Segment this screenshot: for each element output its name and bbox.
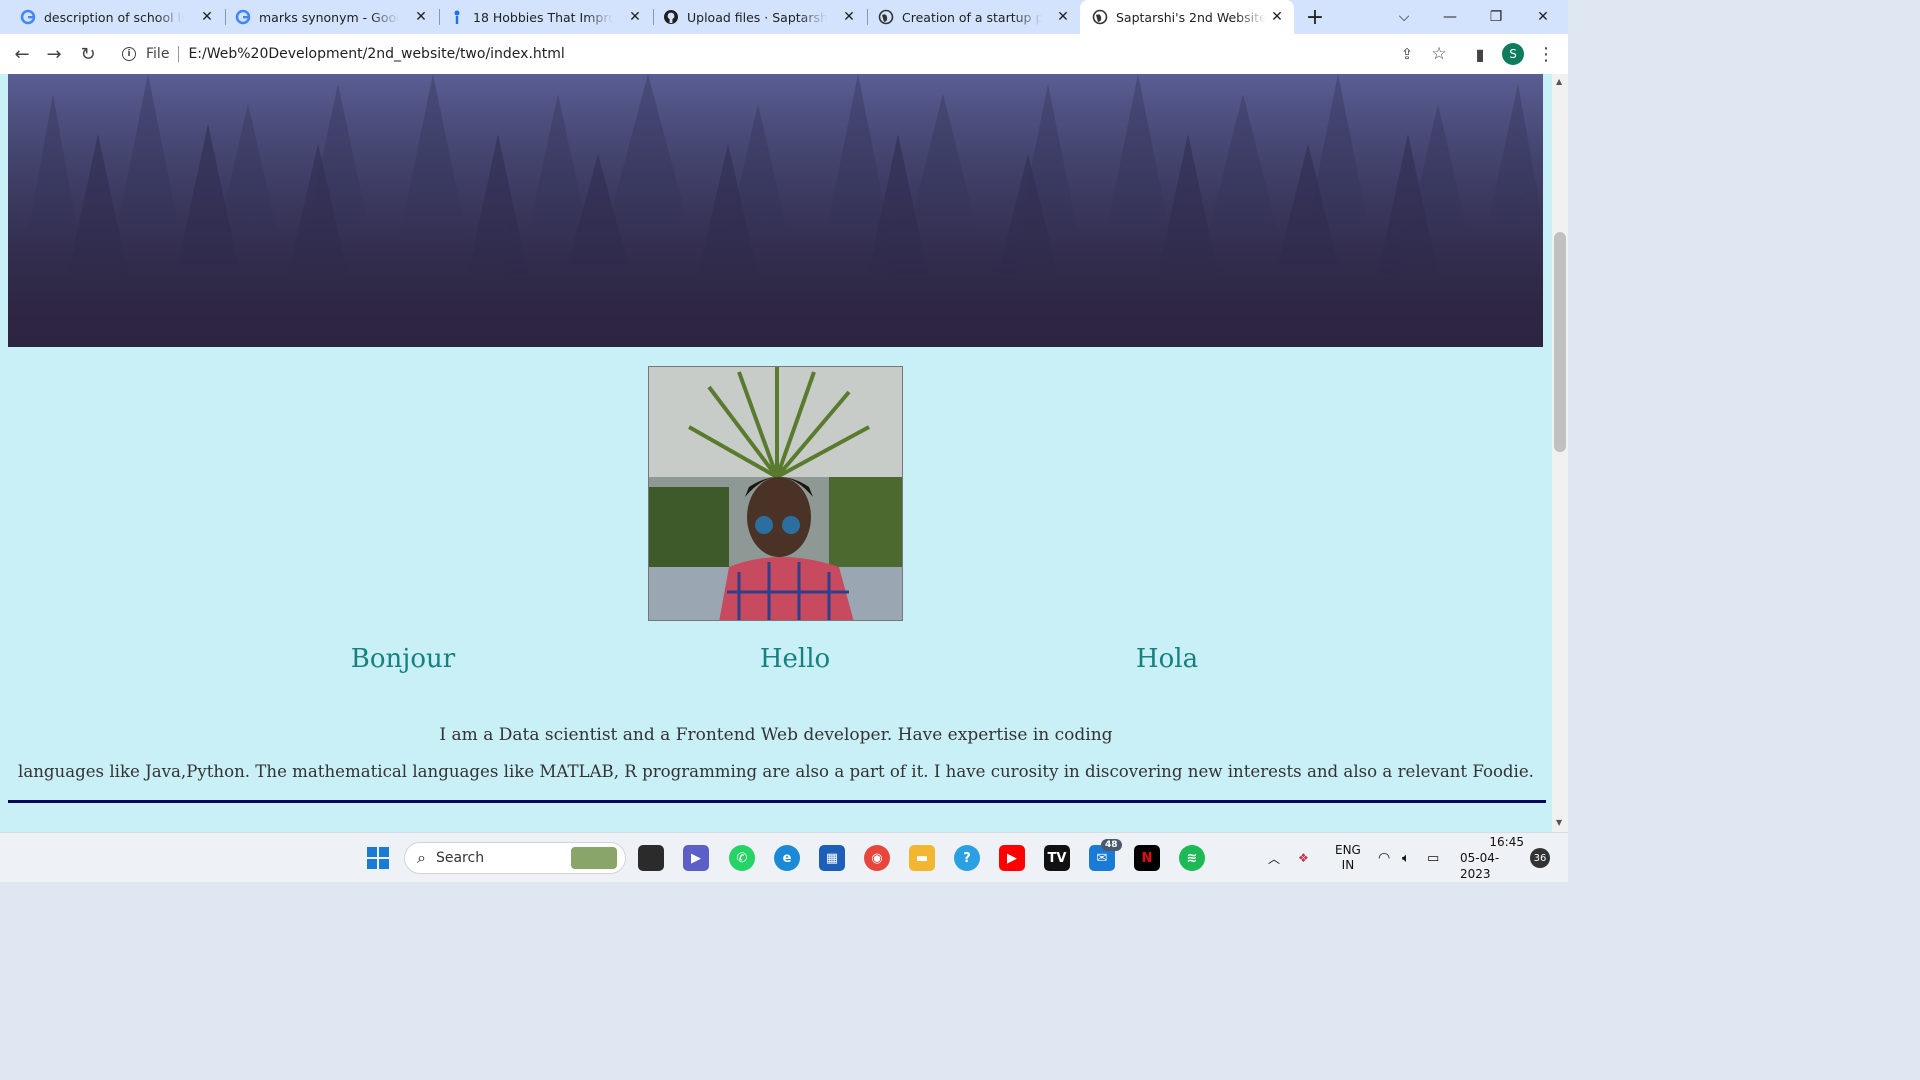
show-hidden-icons-chevron-icon[interactable]: ︿ — [1268, 833, 1280, 883]
teams-chat-icon[interactable]: ▶ — [683, 845, 709, 871]
tab-search-chevron-icon[interactable]: ⌵ — [1381, 0, 1427, 34]
info-icon[interactable]: i — [122, 47, 136, 61]
window-close-icon[interactable]: ✕ — [1520, 0, 1566, 34]
task-view-icon[interactable] — [638, 845, 664, 871]
share-icon[interactable]: ⇪ — [1393, 40, 1421, 68]
forest-silhouette — [8, 74, 1543, 347]
back-arrow-icon[interactable]: ← — [8, 40, 36, 68]
mail-icon[interactable]: ✉ 48 — [1089, 839, 1122, 871]
restore-icon[interactable]: ❐ — [1473, 0, 1519, 34]
wifi-icon[interactable]: ◠ — [1378, 833, 1390, 883]
url-text[interactable]: E:/Web%20Development/2nd_website/two/ind… — [188, 46, 564, 62]
scroll-down-arrow-icon[interactable]: ▼ — [1556, 818, 1562, 827]
close-icon[interactable]: ✕ — [198, 8, 216, 26]
forward-arrow-icon[interactable]: → — [40, 40, 68, 68]
tab-2[interactable]: marks synonym - Google Se ✕ — [226, 0, 438, 34]
greeting-hello: Hello — [759, 644, 831, 674]
globe-icon — [1092, 9, 1108, 25]
scroll-up-arrow-icon[interactable]: ▲ — [1556, 77, 1562, 86]
close-icon[interactable]: ✕ — [1268, 8, 1286, 26]
hero-forest-image — [8, 74, 1543, 347]
web-page: Bonjour Hello Hola I am a Data scientist… — [0, 74, 1552, 832]
greeting-bonjour: Bonjour — [350, 644, 456, 674]
close-icon[interactable]: ✕ — [840, 8, 858, 26]
notification-center[interactable]: 36 — [1530, 833, 1550, 883]
tab-title: marks synonym - Google Se — [259, 9, 399, 25]
side-panel-icon[interactable]: ▮ — [1466, 40, 1494, 68]
language-indicator[interactable]: ENG IN — [1335, 833, 1361, 883]
clock[interactable]: 16:45 05-04-2023 — [1460, 833, 1524, 883]
lang-region: IN — [1341, 858, 1355, 872]
search-highlight-dinosaur-icon — [571, 847, 617, 869]
chrome-icon[interactable]: ◉ — [864, 845, 890, 871]
about-paragraph-line-2: languages like Java,Python. The mathemat… — [18, 762, 1534, 781]
dropbox-tray-icon[interactable]: ❖ — [1298, 833, 1309, 883]
spotify-icon[interactable]: ≋ — [1179, 845, 1205, 871]
greeting-hola: Hola — [1135, 644, 1199, 674]
close-icon[interactable]: ✕ — [412, 8, 430, 26]
bookmark-star-icon[interactable]: ☆ — [1425, 40, 1453, 68]
battery-icon[interactable]: ▭ — [1427, 833, 1439, 883]
mail-badge: 48 — [1101, 839, 1122, 851]
info-pin-icon — [449, 9, 465, 25]
tab-title: Creation of a startup projec — [902, 9, 1042, 25]
search-icon: ⌕ — [417, 848, 426, 867]
tab-title: 18 Hobbies That Improve C — [473, 9, 613, 25]
browser-toolbar: ← → ↻ i File E:/Web%20Development/2nd_we… — [0, 34, 1568, 74]
volume-icon[interactable]: 🔈︎ — [1402, 833, 1410, 883]
windows-start-icon[interactable] — [365, 845, 391, 871]
tab-title: Saptarshi's 2nd Website — [1116, 9, 1266, 25]
file-explorer-icon[interactable]: ▬ — [909, 845, 935, 871]
url-scheme: File — [146, 46, 170, 62]
tab-3[interactable]: 18 Hobbies That Improve C ✕ — [440, 0, 652, 34]
whatsapp-icon[interactable]: ✆ — [729, 845, 755, 871]
search-label: Search — [435, 850, 485, 866]
netflix-icon[interactable]: N — [1134, 845, 1160, 871]
scrollbar-thumb[interactable] — [1554, 232, 1566, 452]
tab-5[interactable]: Creation of a startup projec ✕ — [868, 0, 1080, 34]
tab-4[interactable]: Upload files · Saptarshi2120 ✕ — [654, 0, 866, 34]
profile-photo — [648, 366, 903, 621]
profile-avatar[interactable]: S — [1499, 40, 1527, 68]
tab-title: description of school life fo — [44, 9, 184, 25]
google-icon — [235, 9, 251, 25]
tab-strip: description of school life fo ✕ marks sy… — [0, 0, 1568, 34]
reload-icon[interactable]: ↻ — [74, 40, 102, 68]
horizontal-rule — [8, 800, 1546, 803]
tab-1[interactable]: description of school life fo ✕ — [12, 0, 224, 34]
get-help-icon[interactable]: ? — [954, 845, 980, 871]
clock-date: 05-04-2023 — [1460, 851, 1500, 881]
divider — [178, 46, 180, 62]
new-tab-button[interactable]: + — [1293, 0, 1337, 34]
google-icon — [20, 9, 36, 25]
lang-code: ENG — [1335, 843, 1361, 857]
microsoft-store-icon[interactable]: ▦ — [819, 845, 845, 871]
globe-icon — [878, 9, 894, 25]
address-bar[interactable]: i File E:/Web%20Development/2nd_website/… — [111, 39, 1461, 69]
windows-taskbar: ⌕ Search ▶ ✆ e ▦ ◉ ▬ ? ▶ TV ✉ 48 N ≋ ︿ ❖… — [0, 832, 1568, 882]
clock-time: 16:45 — [1489, 835, 1524, 849]
menu-kebab-icon[interactable]: ⋮ — [1532, 40, 1560, 68]
minimize-icon[interactable]: — — [1427, 0, 1473, 34]
page-scrollbar[interactable]: ▲ ▼ — [1552, 74, 1568, 832]
close-icon[interactable]: ✕ — [626, 8, 644, 26]
edge-icon[interactable]: e — [774, 845, 800, 871]
about-paragraph-line-1: I am a Data scientist and a Frontend Web… — [439, 725, 1113, 745]
tradingview-icon[interactable]: TV — [1044, 845, 1070, 871]
taskbar-search-box[interactable]: ⌕ Search — [404, 842, 626, 874]
close-icon[interactable]: ✕ — [1054, 8, 1072, 26]
tab-title: Upload files · Saptarshi2120 — [687, 9, 827, 25]
notification-count-badge: 36 — [1530, 848, 1550, 868]
github-icon — [663, 9, 679, 25]
youtube-icon[interactable]: ▶ — [999, 845, 1025, 871]
tab-6-active[interactable]: Saptarshi's 2nd Website ✕ — [1080, 0, 1294, 34]
